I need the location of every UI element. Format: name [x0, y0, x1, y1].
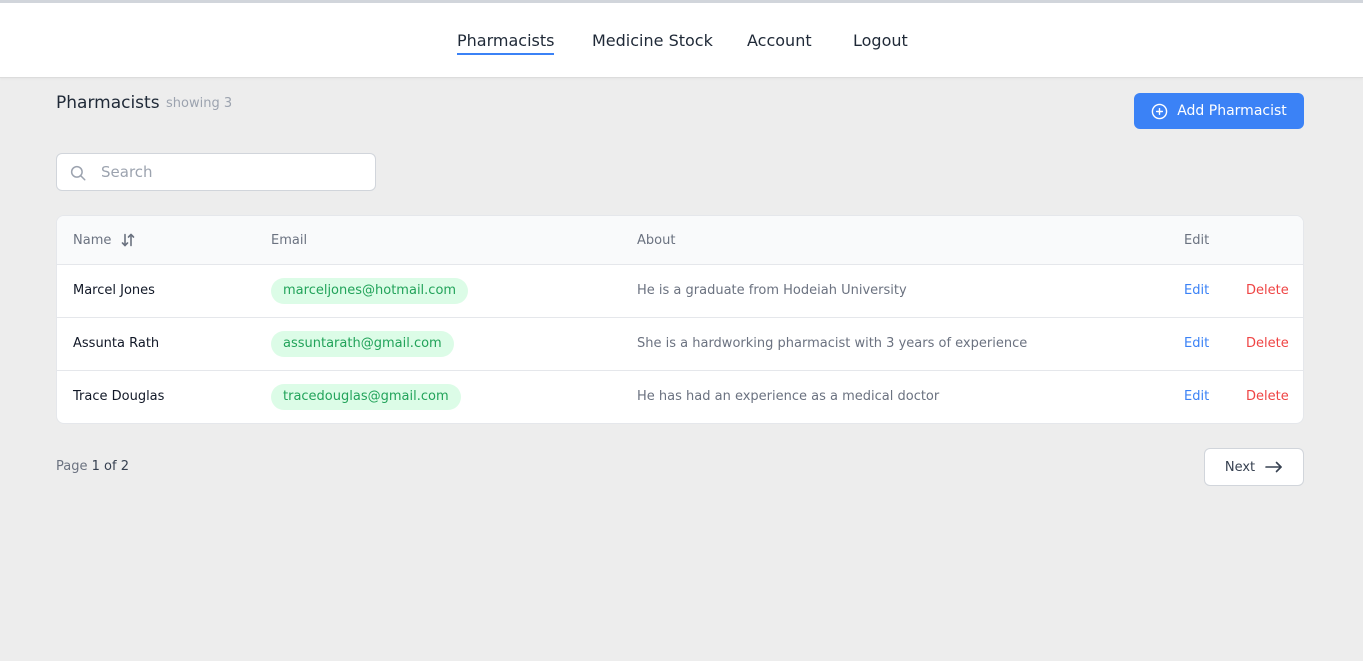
- main-nav: Pharmacists Medicine Stock Account Logou…: [0, 3, 1363, 77]
- top-navbar: Pharmacists Medicine Stock Account Logou…: [0, 0, 1363, 78]
- delete-link[interactable]: Delete: [1246, 283, 1289, 298]
- delete-link[interactable]: Delete: [1246, 389, 1289, 404]
- add-pharmacist-button[interactable]: Add Pharmacist: [1134, 93, 1304, 129]
- pharmacist-about: He is a graduate from Hodeiah University: [637, 283, 907, 298]
- pagination-info: Page 1 of 2: [56, 459, 129, 474]
- table-row: Trace Douglas tracedouglas@gmail.com He …: [57, 371, 1303, 423]
- page-prefix: Page: [56, 459, 88, 474]
- pharmacist-name: Assunta Rath: [73, 336, 160, 351]
- email-badge: marceljones@hotmail.com: [271, 278, 469, 304]
- column-header-email: Email: [271, 233, 308, 248]
- pharmacist-name: Marcel Jones: [73, 283, 155, 298]
- email-badge: assuntarath@gmail.com: [271, 331, 454, 357]
- search-input[interactable]: [101, 154, 367, 190]
- pharmacists-table: Name Email About Edit Marcel Jones marce…: [56, 215, 1304, 424]
- pharmacist-name: Trace Douglas: [73, 389, 165, 404]
- table-row: Assunta Rath assuntarath@gmail.com She i…: [57, 318, 1303, 371]
- column-header-name: Name: [73, 233, 112, 248]
- nav-item-medicine-stock[interactable]: Medicine Stock: [592, 31, 713, 53]
- nav-item-pharmacists[interactable]: Pharmacists: [457, 31, 555, 55]
- table-row: Marcel Jones marceljones@hotmail.com He …: [57, 265, 1303, 318]
- next-label: Next: [1224, 459, 1256, 475]
- pharmacist-about: He has had an experience as a medical do…: [637, 389, 940, 404]
- search-box: [56, 153, 376, 191]
- page-title: Pharmacists: [56, 93, 160, 113]
- search-icon: [70, 165, 86, 181]
- plus-circle-icon: [1151, 103, 1168, 119]
- column-header-about: About: [637, 233, 676, 248]
- edit-link[interactable]: Edit: [1184, 389, 1209, 404]
- add-pharmacist-label: Add Pharmacist: [1177, 103, 1287, 119]
- delete-link[interactable]: Delete: [1246, 336, 1289, 351]
- edit-link[interactable]: Edit: [1184, 336, 1209, 351]
- nav-item-logout[interactable]: Logout: [853, 31, 908, 53]
- page-number: 1 of 2: [91, 459, 129, 474]
- nav-item-account[interactable]: Account: [747, 31, 812, 53]
- next-page-button[interactable]: Next: [1204, 448, 1304, 486]
- email-badge: tracedouglas@gmail.com: [271, 384, 461, 410]
- record-count: showing 3: [166, 96, 233, 111]
- pharmacist-about: She is a hardworking pharmacist with 3 y…: [637, 336, 1028, 351]
- edit-link[interactable]: Edit: [1184, 283, 1209, 298]
- arrow-right-icon: [1265, 461, 1282, 473]
- column-header-edit: Edit: [1184, 233, 1210, 248]
- sort-icon[interactable]: [121, 233, 135, 247]
- table-header: Name Email About Edit: [57, 216, 1303, 265]
